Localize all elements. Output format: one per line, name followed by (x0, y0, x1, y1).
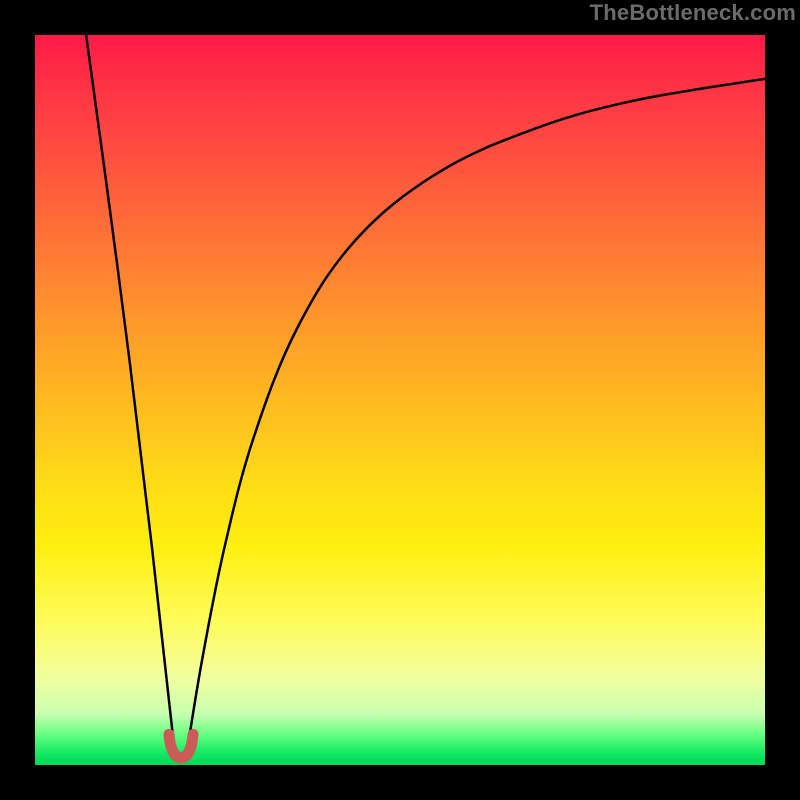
chart-frame: TheBottleneck.com (0, 0, 800, 800)
curve-left-branch (86, 35, 174, 743)
plot-area (35, 35, 765, 765)
watermark-text: TheBottleneck.com (590, 0, 796, 26)
notch-marker (169, 734, 193, 757)
bottleneck-curve-svg (35, 35, 765, 765)
curve-right-branch (188, 79, 765, 743)
